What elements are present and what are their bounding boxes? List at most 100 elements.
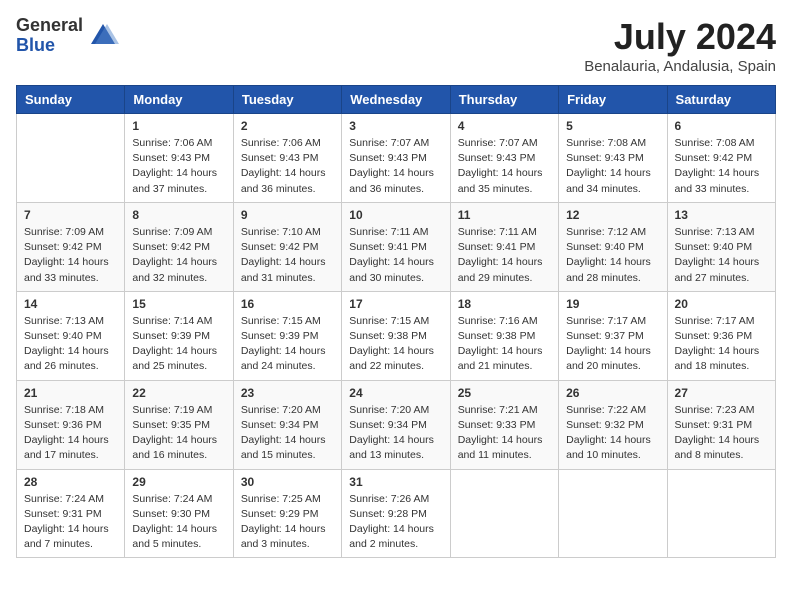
calendar-cell: 4Sunrise: 7:07 AM Sunset: 9:43 PM Daylig… [450,114,558,203]
day-number: 30 [241,475,334,489]
calendar-cell: 31 Sunrise: 7:26 AM Sunset: 9:28 PM Dayli… [342,469,450,558]
day-info: Sunrise: 7:22 AM Sunset: 9:32 PM Dayligh… [566,403,659,464]
day-number: 2 [241,119,334,133]
day-info: Sunrise: 7:13 AM Sunset: 9:40 PM Dayligh… [24,314,117,375]
calendar-cell: 13Sunrise: 7:13 AM Sunset: 9:40 PM Dayli… [667,202,775,291]
day-info: Sunrise: 7:09 AM Sunset: 9:42 PM Dayligh… [132,225,225,286]
calendar-cell: 10Sunrise: 7:11 AM Sunset: 9:41 PM Dayli… [342,202,450,291]
day-number: 1 [132,119,225,133]
calendar-week-row: 21Sunrise: 7:18 AM Sunset: 9:36 PM Dayli… [17,380,776,469]
day-info: Sunrise: 7:24 AM Sunset: 9:30 PM Dayligh… [132,492,225,553]
calendar-day-header: Sunday [17,86,125,114]
day-info: Sunrise: 7:06 AM Sunset: 9:43 PM Dayligh… [132,136,225,197]
day-info: Sunrise: 7:26 AM Sunset: 9:28 PM Dayligh… [349,492,442,553]
calendar-cell [559,469,667,558]
calendar-day-header: Wednesday [342,86,450,114]
calendar-cell: 22 Sunrise: 7:19 AM Sunset: 9:35 PM Dayli… [125,380,233,469]
logo-blue-text: Blue [16,36,83,56]
day-number: 31 [349,475,442,489]
day-number: 6 [675,119,768,133]
calendar-cell: 19Sunrise: 7:17 AM Sunset: 9:37 PM Dayli… [559,291,667,380]
calendar-cell: 14 Sunrise: 7:13 AM Sunset: 9:40 PM Dayli… [17,291,125,380]
day-number: 14 [24,297,117,311]
calendar-cell: 2 Sunrise: 7:06 AM Sunset: 9:43 PM Daylig… [233,114,341,203]
calendar-cell: 28 Sunrise: 7:24 AM Sunset: 9:31 PM Dayli… [17,469,125,558]
calendar-cell [17,114,125,203]
day-info: Sunrise: 7:10 AM Sunset: 9:42 PM Dayligh… [241,225,334,286]
page-header: General Blue July 2024 Benalauria, Andal… [16,16,776,75]
day-info: Sunrise: 7:15 AM Sunset: 9:38 PM Dayligh… [349,314,442,375]
day-info: Sunrise: 7:24 AM Sunset: 9:31 PM Dayligh… [24,492,117,553]
day-number: 10 [349,208,442,222]
day-info: Sunrise: 7:12 AM Sunset: 9:40 PM Dayligh… [566,225,659,286]
day-info: Sunrise: 7:18 AM Sunset: 9:36 PM Dayligh… [24,403,117,464]
calendar-cell: 1 Sunrise: 7:06 AM Sunset: 9:43 PM Daylig… [125,114,233,203]
calendar-day-header: Friday [559,86,667,114]
calendar-cell [667,469,775,558]
calendar-cell: 24 Sunrise: 7:20 AM Sunset: 9:34 PM Dayli… [342,380,450,469]
day-number: 19 [566,297,659,311]
day-number: 27 [675,386,768,400]
calendar-cell: 30Sunrise: 7:25 AM Sunset: 9:29 PM Dayli… [233,469,341,558]
day-number: 7 [24,208,117,222]
day-info: Sunrise: 7:16 AM Sunset: 9:38 PM Dayligh… [458,314,551,375]
day-info: Sunrise: 7:06 AM Sunset: 9:43 PM Dayligh… [241,136,334,197]
calendar-cell: 20 Sunrise: 7:17 AM Sunset: 9:36 PM Dayli… [667,291,775,380]
day-number: 4 [458,119,551,133]
calendar-cell: 3Sunrise: 7:07 AM Sunset: 9:43 PM Daylig… [342,114,450,203]
logo-general-text: General [16,16,83,36]
calendar-table: SundayMondayTuesdayWednesdayThursdayFrid… [16,85,776,558]
day-number: 29 [132,475,225,489]
subtitle: Benalauria, Andalusia, Spain [584,58,776,75]
logo-icon [87,20,119,52]
day-info: Sunrise: 7:17 AM Sunset: 9:36 PM Dayligh… [675,314,768,375]
day-number: 13 [675,208,768,222]
day-number: 23 [241,386,334,400]
day-number: 20 [675,297,768,311]
calendar-day-header: Saturday [667,86,775,114]
day-number: 22 [132,386,225,400]
day-info: Sunrise: 7:09 AM Sunset: 9:42 PM Dayligh… [24,225,117,286]
calendar-cell: 25 Sunrise: 7:21 AM Sunset: 9:33 PM Dayli… [450,380,558,469]
day-number: 8 [132,208,225,222]
day-info: Sunrise: 7:20 AM Sunset: 9:34 PM Dayligh… [241,403,334,464]
calendar-cell [450,469,558,558]
day-info: Sunrise: 7:20 AM Sunset: 9:34 PM Dayligh… [349,403,442,464]
day-number: 12 [566,208,659,222]
main-title: July 2024 [584,16,776,58]
calendar-cell: 5 Sunrise: 7:08 AM Sunset: 9:43 PM Daylig… [559,114,667,203]
day-number: 26 [566,386,659,400]
calendar-header-row: SundayMondayTuesdayWednesdayThursdayFrid… [17,86,776,114]
day-info: Sunrise: 7:08 AM Sunset: 9:43 PM Dayligh… [566,136,659,197]
day-number: 5 [566,119,659,133]
day-info: Sunrise: 7:08 AM Sunset: 9:42 PM Dayligh… [675,136,768,197]
calendar-day-header: Thursday [450,86,558,114]
calendar-cell: 18Sunrise: 7:16 AM Sunset: 9:38 PM Dayli… [450,291,558,380]
day-info: Sunrise: 7:19 AM Sunset: 9:35 PM Dayligh… [132,403,225,464]
logo: General Blue [16,16,119,56]
day-info: Sunrise: 7:23 AM Sunset: 9:31 PM Dayligh… [675,403,768,464]
calendar-week-row: 14 Sunrise: 7:13 AM Sunset: 9:40 PM Dayli… [17,291,776,380]
calendar-cell: 8 Sunrise: 7:09 AM Sunset: 9:42 PM Daylig… [125,202,233,291]
day-info: Sunrise: 7:14 AM Sunset: 9:39 PM Dayligh… [132,314,225,375]
day-info: Sunrise: 7:21 AM Sunset: 9:33 PM Dayligh… [458,403,551,464]
day-number: 17 [349,297,442,311]
calendar-cell: 12 Sunrise: 7:12 AM Sunset: 9:40 PM Dayli… [559,202,667,291]
day-number: 25 [458,386,551,400]
day-number: 3 [349,119,442,133]
calendar-cell: 27 Sunrise: 7:23 AM Sunset: 9:31 PM Dayli… [667,380,775,469]
day-info: Sunrise: 7:11 AM Sunset: 9:41 PM Dayligh… [458,225,551,286]
day-info: Sunrise: 7:15 AM Sunset: 9:39 PM Dayligh… [241,314,334,375]
calendar-day-header: Monday [125,86,233,114]
calendar-cell: 11Sunrise: 7:11 AM Sunset: 9:41 PM Dayli… [450,202,558,291]
day-number: 24 [349,386,442,400]
calendar-cell: 16Sunrise: 7:15 AM Sunset: 9:39 PM Dayli… [233,291,341,380]
calendar-cell: 15Sunrise: 7:14 AM Sunset: 9:39 PM Dayli… [125,291,233,380]
calendar-cell: 23 Sunrise: 7:20 AM Sunset: 9:34 PM Dayli… [233,380,341,469]
calendar-day-header: Tuesday [233,86,341,114]
calendar-cell: 29 Sunrise: 7:24 AM Sunset: 9:30 PM Dayli… [125,469,233,558]
day-number: 28 [24,475,117,489]
title-area: July 2024 Benalauria, Andalusia, Spain [584,16,776,75]
day-number: 9 [241,208,334,222]
calendar-cell: 26 Sunrise: 7:22 AM Sunset: 9:32 PM Dayli… [559,380,667,469]
